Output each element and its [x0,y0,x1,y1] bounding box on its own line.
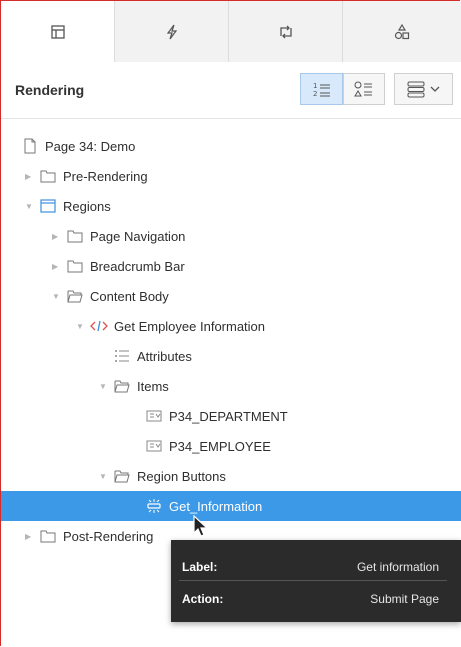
rendering-tree-icon [50,24,65,39]
tooltip-action-row: Action: Submit Page [182,586,439,612]
folder-open-icon [66,288,84,304]
tree-node-label: Page Navigation [90,228,186,244]
tab-bar [1,1,461,63]
page-icon [21,138,39,154]
tree-node-label: Regions [63,198,111,214]
tree-node-regions[interactable]: ▼ Regions [1,191,461,221]
tree-node-attributes[interactable]: Attributes [1,341,461,371]
tooltip-label-value: Get information [356,560,439,574]
processing-icon [279,25,292,38]
chevron-down-icon [430,86,440,92]
toolbar: Rendering 12 [1,62,461,119]
tooltip-action-value: Submit Page [370,592,439,606]
button-icon [145,498,163,514]
folder-icon [39,528,57,544]
tree-node-label: Get Employee Information [114,318,266,334]
expand-icon[interactable]: ▶ [25,532,35,541]
tree-node-item-department[interactable]: P34_DEPARTMENT [1,401,461,431]
shared-components-icon [394,23,410,39]
tab-dynamic-actions[interactable] [115,1,229,62]
node-tooltip: Label: Get information Action: Submit Pa… [171,540,461,622]
folder-open-icon [113,378,131,394]
mouse-cursor-icon [193,515,209,537]
select-list-icon [145,408,163,424]
tab-shared-components[interactable] [343,1,461,62]
tree-node-label: Breadcrumb Bar [90,258,185,274]
folder-icon [66,258,84,274]
svg-text:1: 1 [313,82,317,90]
tree-node-label: Post-Rendering [63,528,154,544]
tooltip-label-row: Label: Get information [182,554,439,580]
tree-node-button-get-information[interactable]: Get_Information [1,491,461,521]
grouped-list-icon [354,81,372,97]
expand-icon[interactable]: ▶ [52,232,62,241]
tree-node-label: Items [137,378,169,394]
panel-title: Rendering [15,82,85,98]
expand-icon[interactable]: ▶ [52,262,62,271]
tree-node-label: Page 34: Demo [45,138,136,154]
tree-node-region-get-employee[interactable]: ▼ Get Employee Information [1,311,461,341]
tree-node-label: Get_Information [169,498,263,514]
folder-icon [39,168,57,184]
collapse-icon[interactable]: ▼ [25,202,35,211]
select-list-icon [145,438,163,454]
tree-node-breadcrumb-bar[interactable]: ▶ Breadcrumb Bar [1,251,461,281]
tooltip-action-key: Action: [182,592,224,606]
tab-processing[interactable] [229,1,343,62]
tree-node-page-navigation[interactable]: ▶ Page Navigation [1,221,461,251]
regions-icon [39,198,57,214]
group-by-type-button[interactable] [343,73,385,105]
tree-node-page[interactable]: Page 34: Demo [1,131,461,161]
tree-node-label: Attributes [137,348,192,364]
tree-node-item-employee[interactable]: P34_EMPLOYEE [1,431,461,461]
tree-node-pre-rendering[interactable]: ▶ Pre-Rendering [1,161,461,191]
tree-node-label: Content Body [90,288,169,304]
folder-open-icon [113,468,131,484]
collapse-icon[interactable]: ▼ [52,292,62,301]
collapse-icon[interactable]: ▼ [99,472,109,481]
tree-node-label: P34_DEPARTMENT [169,408,288,424]
collapse-icon[interactable]: ▼ [99,382,109,391]
svg-text:2: 2 [313,90,317,98]
tree-node-label: P34_EMPLOYEE [169,438,271,454]
tree-node-label: Pre-Rendering [63,168,148,184]
tooltip-label-key: Label: [182,560,218,574]
stacked-list-icon [407,81,425,98]
expand-icon[interactable]: ▶ [25,172,35,181]
tree-node-region-buttons[interactable]: ▼ Region Buttons [1,461,461,491]
folder-icon [66,228,84,244]
tree-order-button[interactable]: 12 [300,73,343,105]
tooltip-divider [179,580,447,581]
view-menu-button[interactable] [394,73,453,105]
code-region-icon [90,318,108,334]
dynamic-actions-icon [166,24,177,39]
tree-node-items[interactable]: ▼ Items [1,371,461,401]
attributes-icon [113,348,131,364]
collapse-icon[interactable]: ▼ [76,322,86,331]
tree-node-content-body[interactable]: ▼ Content Body [1,281,461,311]
tree-node-label: Region Buttons [137,468,226,484]
ordered-list-icon: 12 [313,82,330,98]
tab-rendering[interactable] [1,1,115,62]
